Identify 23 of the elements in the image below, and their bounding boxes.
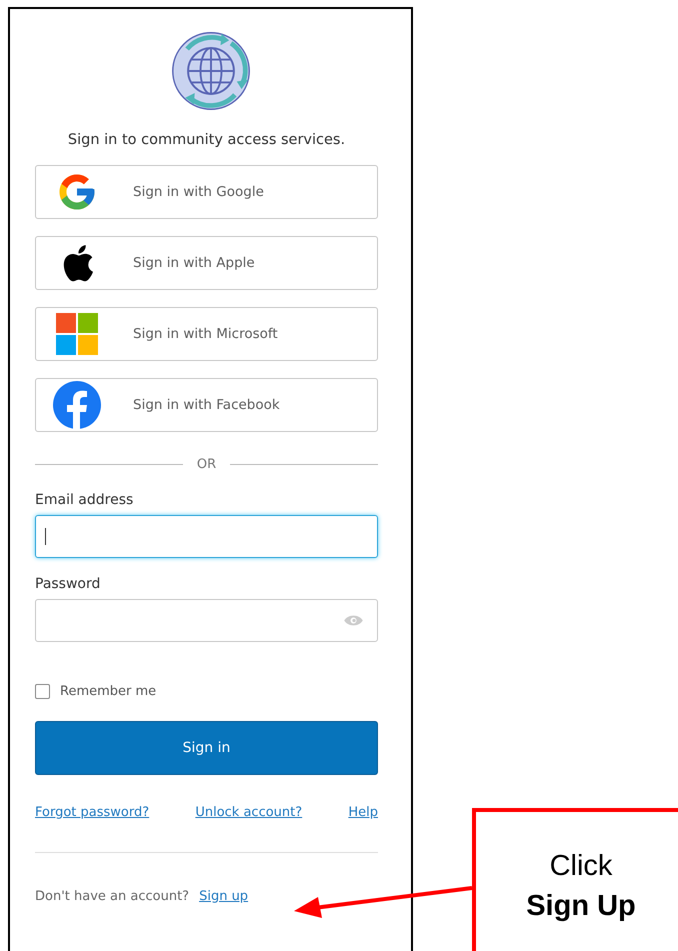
eye-icon[interactable] xyxy=(344,614,363,627)
or-separator: OR xyxy=(196,457,216,472)
help-link[interactable]: Unlock account? xyxy=(195,805,302,820)
signup-prompt: Don't have an account? xyxy=(35,889,190,904)
sign-up-link[interactable]: Sign up xyxy=(199,889,248,904)
callout-text: Click xyxy=(548,849,614,884)
field-label: Password xyxy=(35,576,102,592)
callout-text: Sign Up xyxy=(525,889,637,924)
sign-in-button[interactable]: Sign in xyxy=(35,721,378,775)
facebook-f-icon xyxy=(53,381,101,429)
four-squares-icon xyxy=(56,313,98,355)
provider-button[interactable]: Sign in with Microsoft xyxy=(35,307,378,361)
checkbox-label: Remember me xyxy=(60,684,156,699)
password-input-field[interactable] xyxy=(35,599,378,642)
provider-button[interactable]: Sign in with Apple xyxy=(35,236,378,290)
help-link[interactable]: Forgot password? xyxy=(35,805,150,820)
sign-in-title: Sign in to community access services. xyxy=(66,132,346,148)
provider-button[interactable]: Sign in with Facebook xyxy=(35,378,378,432)
help-link[interactable]: Help xyxy=(348,805,378,820)
checkbox[interactable] xyxy=(35,684,50,699)
provider-button[interactable]: Sign in with Google xyxy=(35,165,378,219)
email-input-field[interactable] xyxy=(35,515,378,558)
field-label: Email address xyxy=(35,492,134,508)
